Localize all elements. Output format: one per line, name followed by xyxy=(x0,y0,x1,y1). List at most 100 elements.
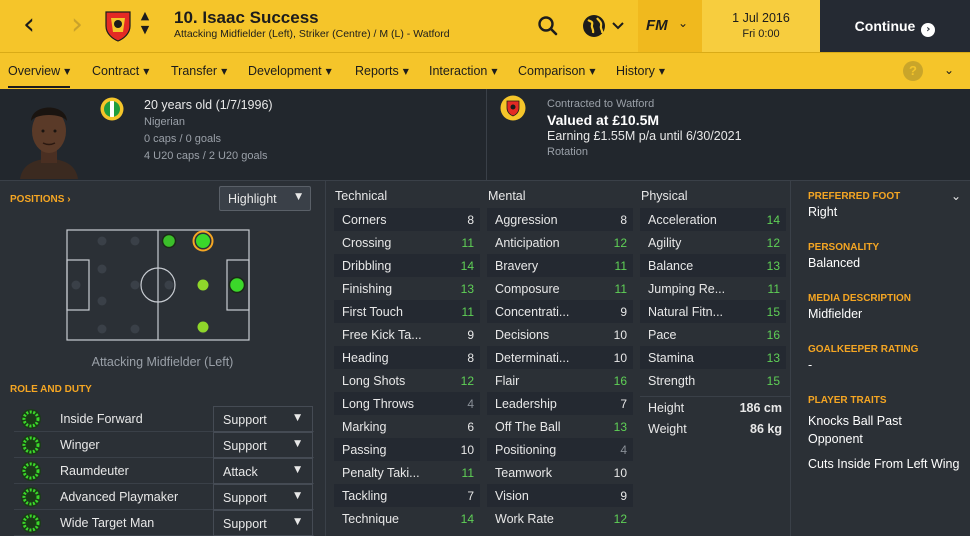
attribute-row[interactable]: Technique 14 xyxy=(334,507,480,530)
role-row[interactable]: Winger Support ▼ xyxy=(14,432,314,458)
attribute-row[interactable]: First Touch 11 xyxy=(334,300,480,323)
duty-dropdown[interactable]: Attack ▼ xyxy=(213,458,313,484)
attribute-row[interactable]: Tackling 7 xyxy=(334,484,480,507)
attribute-row[interactable]: Strength 15 xyxy=(640,369,786,392)
attribute-row[interactable]: Agility 12 xyxy=(640,231,786,254)
media-description-value: Midfielder xyxy=(808,307,863,321)
attribute-name: Acceleration xyxy=(648,213,717,227)
player-trait[interactable]: Cuts Inside From Left Wing xyxy=(808,455,968,473)
attribute-row[interactable]: Jumping Re... 11 xyxy=(640,277,786,300)
role-rating-icon xyxy=(21,409,41,429)
menu-history[interactable]: History ▼ xyxy=(616,64,665,78)
role-name: Advanced Playmaker xyxy=(60,490,179,504)
attribute-name: Teamwork xyxy=(495,466,552,480)
attribute-name: Jumping Re... xyxy=(648,282,726,296)
chevron-down-icon[interactable]: ⌄ xyxy=(951,189,961,203)
attribute-name: Off The Ball xyxy=(495,420,561,434)
role-name: Raumdeuter xyxy=(60,464,129,478)
menu-comparison[interactable]: Comparison ▼ xyxy=(518,64,596,78)
attribute-row[interactable]: Determinati... 10 xyxy=(487,346,633,369)
menu-contract[interactable]: Contract ▼ xyxy=(92,64,149,78)
attribute-row[interactable]: Crossing 11 xyxy=(334,231,480,254)
attribute-row[interactable]: Heading 8 xyxy=(334,346,480,369)
attribute-row[interactable]: Positioning 4 xyxy=(487,438,633,461)
highlight-value: Highlight xyxy=(228,192,277,206)
menu-interaction[interactable]: Interaction ▼ xyxy=(429,64,498,78)
menu-overview[interactable]: Overview ▼ xyxy=(8,64,71,88)
back-arrow-icon[interactable]: ‹ xyxy=(14,10,44,42)
attribute-row[interactable]: Long Throws 4 xyxy=(334,392,480,415)
attribute-row[interactable]: Natural Fitn... 15 xyxy=(640,300,786,323)
attribute-row[interactable]: Pace 16 xyxy=(640,323,786,346)
player-trait[interactable]: Knocks Ball Past Opponent xyxy=(808,412,948,448)
menu-transfer[interactable]: Transfer ▼ xyxy=(171,64,227,78)
attribute-name: Penalty Taki... xyxy=(342,466,420,480)
attribute-name: Tackling xyxy=(342,489,388,503)
attribute-row[interactable]: Dribbling 14 xyxy=(334,254,480,277)
search-icon[interactable] xyxy=(530,12,566,40)
attribute-row[interactable]: Bravery 11 xyxy=(487,254,633,277)
attribute-row[interactable]: Finishing 13 xyxy=(334,277,480,300)
attribute-value: 15 xyxy=(766,374,780,388)
attribute-value: 10 xyxy=(613,351,627,365)
positions-heading[interactable]: POSITIONS › xyxy=(10,194,71,205)
attribute-row[interactable]: Stamina 13 xyxy=(640,346,786,369)
attribute-value: 13 xyxy=(766,259,780,273)
attribute-name: Corners xyxy=(342,213,387,227)
attribute-row[interactable]: Aggression 8 xyxy=(487,208,633,231)
menu-development[interactable]: Development ▼ xyxy=(248,64,332,78)
fm-menu-button[interactable]: FM ⌄ xyxy=(638,0,702,52)
attribute-row[interactable]: Decisions 10 xyxy=(487,323,633,346)
attribute-value: 11 xyxy=(461,466,474,480)
attribute-name: Composure xyxy=(495,282,560,296)
attribute-row[interactable]: Composure 11 xyxy=(487,277,633,300)
attribute-row[interactable]: Teamwork 10 xyxy=(487,461,633,484)
role-row[interactable]: Wide Target Man Support ▼ xyxy=(14,510,314,536)
globe-icon[interactable] xyxy=(580,12,630,40)
player-bio: 20 years old (1/7/1996) Nigerian 0 caps … xyxy=(144,97,273,165)
player-switch-icon[interactable]: ▲ ▼ xyxy=(138,9,152,37)
role-row[interactable]: Advanced Playmaker Support ▼ xyxy=(14,484,314,510)
height-label: Height xyxy=(648,401,685,415)
attribute-value: 11 xyxy=(461,236,474,250)
attribute-name: First Touch xyxy=(342,305,403,319)
menu-reports[interactable]: Reports ▼ xyxy=(355,64,409,78)
attribute-row[interactable]: Passing 10 xyxy=(334,438,480,461)
duty-dropdown[interactable]: Support ▼ xyxy=(213,510,313,536)
help-icon[interactable]: ? xyxy=(903,61,923,81)
attribute-row[interactable]: Marking 6 xyxy=(334,415,480,438)
attribute-row[interactable]: Anticipation 12 xyxy=(487,231,633,254)
player-wage: Earning £1.55M p/a until 6/30/2021 xyxy=(547,129,742,143)
attribute-row[interactable]: Free Kick Ta... 9 xyxy=(334,323,480,346)
continue-button[interactable]: Continue › xyxy=(820,0,970,52)
attribute-name: Flair xyxy=(495,374,520,388)
attribute-row[interactable]: Concentrati... 9 xyxy=(487,300,633,323)
attribute-name: Heading xyxy=(342,351,389,365)
role-name: Winger xyxy=(60,438,100,452)
attribute-value: 13 xyxy=(613,420,627,434)
attribute-name: Passing xyxy=(342,443,387,457)
attribute-value: 7 xyxy=(620,397,627,411)
attribute-value: 11 xyxy=(614,259,627,273)
role-row[interactable]: Raumdeuter Attack ▼ xyxy=(14,458,314,484)
attribute-row[interactable]: Leadership 7 xyxy=(487,392,633,415)
attribute-name: Technique xyxy=(342,512,399,526)
personality-value: Balanced xyxy=(808,256,861,270)
attribute-row[interactable]: Acceleration 14 xyxy=(640,208,786,231)
attribute-row[interactable]: Balance 13 xyxy=(640,254,786,277)
duty-dropdown[interactable]: Support ▼ xyxy=(213,432,313,458)
attribute-row[interactable]: Penalty Taki... 11 xyxy=(334,461,480,484)
duty-dropdown[interactable]: Support ▼ xyxy=(213,406,313,432)
chevron-down-icon[interactable]: ⌄ xyxy=(944,63,954,77)
highlight-dropdown[interactable]: Highlight ▼ xyxy=(219,186,311,211)
attribute-row[interactable]: Flair 16 xyxy=(487,369,633,392)
attribute-row[interactable]: Corners 8 xyxy=(334,208,480,231)
date-display[interactable]: 1 Jul 2016 Fri 0:00 xyxy=(702,0,820,52)
role-row[interactable]: Inside Forward Support ▼ xyxy=(14,406,314,432)
attribute-row[interactable]: Vision 9 xyxy=(487,484,633,507)
duty-dropdown[interactable]: Support ▼ xyxy=(213,484,313,510)
forward-arrow-icon[interactable]: › xyxy=(62,10,92,42)
attribute-row[interactable]: Work Rate 12 xyxy=(487,507,633,530)
attribute-row[interactable]: Long Shots 12 xyxy=(334,369,480,392)
attribute-row[interactable]: Off The Ball 13 xyxy=(487,415,633,438)
